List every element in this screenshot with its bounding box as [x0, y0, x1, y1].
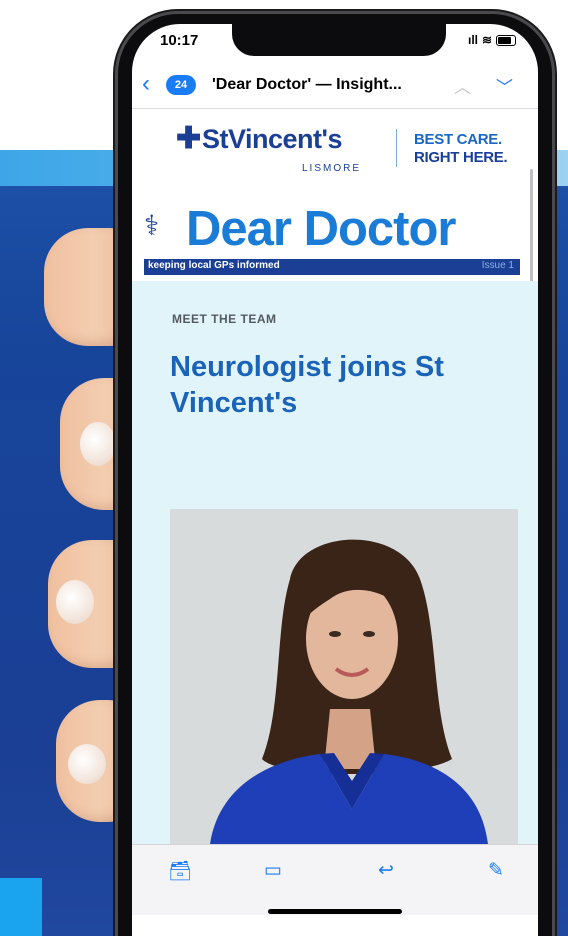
battery-icon — [496, 34, 517, 46]
st-vincents-logo-sub: LISMORE — [302, 163, 362, 174]
back-count-badge[interactable]: 24 — [166, 75, 196, 95]
tagline-line-1: BEST CARE. — [414, 131, 502, 148]
portrait-illustration — [170, 509, 518, 844]
st-vincents-cross-icon: ✚ — [176, 122, 202, 155]
signal-icon: ıll — [468, 33, 479, 47]
doctors-icon: ⚕ — [144, 210, 160, 241]
st-vincents-logo-name: StVincent's — [202, 124, 342, 154]
email-subject-title: 'Dear Doctor' — Insight... — [212, 76, 402, 93]
issue-label: Issue 1 — [481, 260, 514, 271]
folder-icon[interactable]: ▭ — [264, 859, 282, 882]
section-kicker: MEET THE TEAM — [172, 312, 277, 326]
phone-screen: 10:17 ıll ≋ ‹ 24 'Dear Doctor' — Insight… — [132, 24, 538, 936]
status-time: 10:17 — [160, 32, 199, 49]
tagline-line-2: RIGHT HERE. — [414, 149, 508, 166]
back-chevron-icon[interactable]: ‹ — [142, 70, 150, 98]
notch — [232, 24, 446, 56]
reply-icon[interactable]: ↩ — [378, 859, 394, 882]
next-message-icon[interactable]: ﹀ — [496, 73, 513, 98]
phone-frame: 10:17 ıll ≋ ‹ 24 'Dear Doctor' — Insight… — [118, 14, 552, 936]
email-body: ✚ StVincent's LISMORE BEST CARE. RIGHT H… — [132, 109, 538, 844]
home-indicator[interactable] — [268, 909, 402, 914]
article-headline[interactable]: Neurologist joins St Vincent's — [170, 349, 530, 421]
masthead-strip: keeping local GPs informed Issue 1 — [144, 259, 520, 275]
mail-toolbar: 🗃 ▭ ↩ ✎ — [132, 844, 538, 915]
fingernail-2 — [80, 422, 116, 466]
wifi-icon: ≋ — [482, 33, 493, 47]
masthead-subtitle: keeping local GPs informed — [148, 260, 280, 271]
logo-divider — [396, 129, 397, 167]
previous-message-icon[interactable]: ︿ — [454, 73, 471, 98]
meet-the-team-section: MEET THE TEAM Neurologist joins St Vince… — [132, 281, 538, 844]
background-button-shape — [0, 878, 42, 936]
status-indicators: ıll ≋ — [468, 33, 517, 47]
fingernail-3 — [56, 580, 94, 624]
archive-icon[interactable]: 🗃 — [168, 859, 192, 883]
masthead-title: Dear Doctor — [186, 202, 456, 256]
compose-icon[interactable]: ✎ — [488, 859, 504, 882]
doctor-portrait — [170, 509, 518, 844]
fingernail-4 — [68, 744, 106, 784]
